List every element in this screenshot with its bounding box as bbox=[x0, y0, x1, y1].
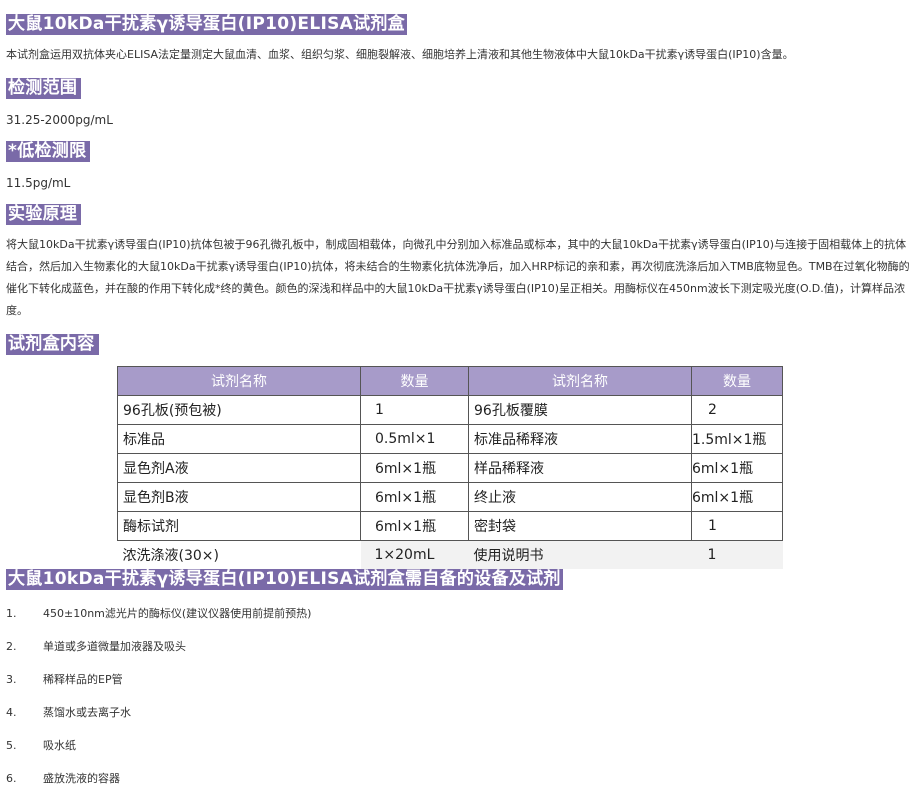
list-text: 稀释样品的EP管 bbox=[43, 673, 123, 686]
list-item: 3. 稀释样品的EP管 bbox=[6, 671, 123, 687]
column-header: 数量 bbox=[360, 366, 469, 396]
page-title: 大鼠10kDa干扰素γ诱导蛋白(IP10)ELISA试剂盒 bbox=[6, 14, 407, 35]
list-item: 6. 盛放洗液的容器 bbox=[6, 770, 120, 786]
list-text: 蒸馏水或去离子水 bbox=[43, 706, 131, 719]
kit-contents-table: 试剂名称 数量 试剂名称 数量 96孔板(预包被) 1 96孔板覆膜 2 标准品… bbox=[117, 366, 783, 569]
list-item: 2. 单道或多道微量加液器及吸头 bbox=[6, 638, 186, 654]
table-cell: 标准品 bbox=[117, 424, 361, 454]
table-cell: 标准品稀释液 bbox=[468, 424, 692, 454]
table-cell: 浓洗涤液(30×) bbox=[117, 540, 361, 569]
table-row: 酶标试剂 6ml×1瓶 密封袋 1 bbox=[117, 511, 783, 541]
column-header: 试剂名称 bbox=[468, 366, 692, 396]
list-item: 4. 蒸馏水或去离子水 bbox=[6, 704, 131, 720]
equipment-heading: 大鼠10kDa干扰素γ诱导蛋白(IP10)ELISA试剂盒需自备的设备及试剂 bbox=[6, 569, 563, 590]
table-cell: 6ml×1瓶 bbox=[360, 511, 469, 541]
table-header-row: 试剂名称 数量 试剂名称 数量 bbox=[117, 366, 783, 396]
column-header: 数量 bbox=[691, 366, 783, 396]
contents-heading: 试剂盒内容 bbox=[6, 334, 99, 355]
table-cell: 6ml×1瓶 bbox=[691, 453, 783, 483]
column-header: 试剂名称 bbox=[117, 366, 361, 396]
list-text: 单道或多道微量加液器及吸头 bbox=[43, 640, 186, 653]
table-cell: 1 bbox=[360, 395, 469, 425]
table-row: 标准品 0.5ml×1 标准品稀释液 1.5ml×1瓶 bbox=[117, 424, 783, 454]
list-text: 吸水纸 bbox=[43, 739, 76, 752]
table-cell: 样品稀释液 bbox=[468, 453, 692, 483]
table-cell: 6ml×1瓶 bbox=[360, 482, 469, 512]
list-item: 1. 450±10nm滤光片的酶标仪(建议仪器使用前提前预热) bbox=[6, 605, 311, 621]
table-cell: 1×20mL bbox=[360, 540, 469, 569]
list-number: 2. bbox=[6, 640, 17, 653]
principle-text: 将大鼠10kDa干扰素γ诱导蛋白(IP10)抗体包被于96孔微孔板中，制成固相载… bbox=[6, 238, 910, 317]
list-number: 4. bbox=[6, 706, 17, 719]
table-cell: 2 bbox=[691, 395, 783, 425]
table-cell: 6ml×1瓶 bbox=[691, 482, 783, 512]
sensitivity-heading: *低检测限 bbox=[6, 141, 91, 162]
table-cell: 终止液 bbox=[468, 482, 692, 512]
table-cell: 6ml×1瓶 bbox=[360, 453, 469, 483]
list-number: 5. bbox=[6, 739, 17, 752]
list-number: 6. bbox=[6, 772, 17, 785]
table-cell: 1 bbox=[691, 540, 783, 569]
table-cell: 酶标试剂 bbox=[117, 511, 361, 541]
table-cell: 96孔板(预包被) bbox=[117, 395, 361, 425]
table-cell: 使用说明书 bbox=[468, 540, 692, 569]
table-row: 显色剂A液 6ml×1瓶 样品稀释液 6ml×1瓶 bbox=[117, 453, 783, 483]
table-cell: 显色剂A液 bbox=[117, 453, 361, 483]
table-cell: 密封袋 bbox=[468, 511, 692, 541]
list-text: 450±10nm滤光片的酶标仪(建议仪器使用前提前预热) bbox=[43, 607, 312, 620]
table-cell: 96孔板覆膜 bbox=[468, 395, 692, 425]
list-number: 1. bbox=[6, 607, 17, 620]
table-cell: 显色剂B液 bbox=[117, 482, 361, 512]
table-row: 96孔板(预包被) 1 96孔板覆膜 2 bbox=[117, 395, 783, 425]
table-row: 显色剂B液 6ml×1瓶 终止液 6ml×1瓶 bbox=[117, 482, 783, 512]
table-cell: 1 bbox=[691, 511, 783, 541]
range-heading: 检测范围 bbox=[6, 78, 82, 99]
table-row: 浓洗涤液(30×) 1×20mL 使用说明书 1 bbox=[117, 540, 783, 569]
sensitivity-value: 11.5pg/mL bbox=[6, 176, 71, 190]
list-number: 3. bbox=[6, 673, 17, 686]
intro-text: 本试剂盒运用双抗体夹心ELISA法定量测定大鼠血清、血浆、组织匀浆、细胞裂解液、… bbox=[6, 48, 794, 61]
principle-heading: 实验原理 bbox=[6, 204, 82, 225]
list-item: 5. 吸水纸 bbox=[6, 737, 76, 753]
table-cell: 0.5ml×1 bbox=[360, 424, 469, 454]
list-text: 盛放洗液的容器 bbox=[43, 772, 120, 785]
table-cell: 1.5ml×1瓶 bbox=[691, 424, 783, 454]
range-value: 31.25-2000pg/mL bbox=[6, 113, 113, 127]
